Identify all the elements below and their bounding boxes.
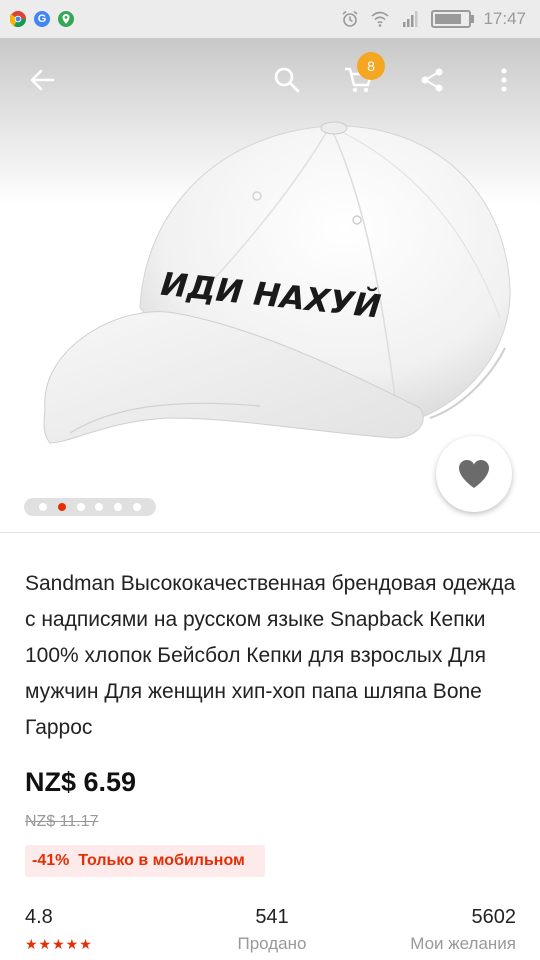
image-pager [24, 498, 156, 516]
cart-count-badge: 8 [357, 52, 385, 80]
chrome-icon [10, 11, 26, 27]
search-icon [274, 67, 300, 93]
google-icon: G [34, 11, 50, 27]
pager-dot[interactable] [114, 503, 123, 511]
product-image: ИДИ НАХУЙ [43, 121, 511, 444]
pager-dot[interactable] [95, 503, 104, 511]
pager-dot[interactable] [38, 503, 47, 511]
wishlist-label: Мои желания [410, 934, 516, 953]
product-title: Sandman Высококачественная брендовая оде… [25, 572, 516, 739]
add-to-wishlist-button[interactable] [436, 436, 512, 512]
mobile-discount-badge: -41% Только в мобильном [25, 845, 265, 877]
maps-icon [58, 11, 74, 27]
wishlist-value: 5602 [471, 906, 517, 928]
arrow-left-icon [30, 69, 55, 91]
more-vertical-icon [501, 68, 507, 92]
divider [0, 532, 540, 533]
pager-dot[interactable] [76, 503, 85, 511]
signal-icon [403, 11, 418, 27]
wifi-icon [371, 11, 389, 27]
alarm-icon [342, 10, 358, 27]
product-stats: 4.8 ★★★★★ 541 Продано 5602 Мои желания [0, 903, 540, 960]
notification-icons: G [0, 11, 74, 27]
pager-dot[interactable] [133, 503, 142, 511]
status-bar: G 17:47 [0, 0, 540, 38]
share-button[interactable] [412, 60, 452, 100]
product-price: NZ$ 6.59 [25, 767, 137, 797]
sold-label: Продано [237, 934, 307, 953]
sold-stat: 541 Продано [232, 903, 312, 957]
search-button[interactable] [267, 60, 307, 100]
rating-value: 4.8 [25, 906, 53, 928]
rating-stat[interactable]: 4.8 ★★★★★ [25, 903, 93, 957]
more-menu-button[interactable] [484, 60, 524, 100]
battery-icon [431, 10, 475, 28]
product-image-gallery[interactable]: ИДИ НАХУЙ 8 [0, 38, 540, 532]
top-toolbar [0, 38, 540, 120]
rating-stars-icon: ★★★★★ [25, 936, 93, 952]
wishlist-stat[interactable]: 5602 Мои желания [410, 903, 516, 957]
original-price: NZ$ 11.17 [25, 813, 99, 830]
sold-value: 541 [255, 906, 289, 928]
back-button[interactable] [22, 60, 62, 100]
share-icon [421, 68, 443, 92]
pager-dot[interactable] [57, 503, 66, 511]
heart-icon [459, 460, 489, 488]
promo-text: -41% Только в мобильном [32, 852, 245, 869]
status-time: 17:47 [483, 9, 526, 28]
